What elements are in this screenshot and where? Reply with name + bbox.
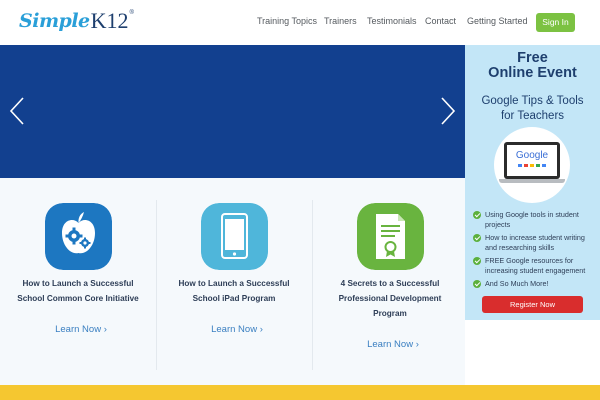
- app-dot-icon: [524, 164, 528, 167]
- card-title-line: Program: [373, 309, 407, 318]
- laptop-display: Google: [507, 145, 557, 176]
- event-bullet-text: How to increase student writing and rese…: [485, 233, 585, 253]
- chevron-right-icon: ›: [103, 324, 107, 335]
- event-title-line: Online Event: [488, 65, 577, 81]
- nav-testimonials[interactable]: Testimonials: [367, 16, 417, 26]
- nav-contact[interactable]: Contact: [425, 16, 456, 26]
- app-dot-icon: [536, 164, 540, 167]
- learn-now-link[interactable]: Learn Now ›: [159, 324, 315, 335]
- laptop-screen: Google: [504, 142, 560, 179]
- app-dot-icon: [530, 164, 534, 167]
- card-title-line: School iPad Program: [192, 294, 276, 303]
- event-bullet: And So Much More!: [473, 279, 598, 289]
- google-logo-text: Google: [515, 150, 549, 161]
- card-title-line: School Common Core Initiative: [17, 294, 139, 303]
- event-bullet: Using Google tools in student projects: [473, 210, 598, 230]
- learn-now-label: Learn Now: [367, 339, 414, 350]
- register-now-button[interactable]: Register Now: [482, 296, 583, 313]
- bullet-line: FREE Google resources for: [485, 256, 574, 265]
- nav-getting-started[interactable]: Getting Started: [467, 16, 528, 26]
- event-bullet-text: Using Google tools in student projects: [485, 210, 579, 230]
- learn-now-link[interactable]: Learn Now ›: [3, 324, 159, 335]
- simplek12-logo[interactable]: Simple K12 ®: [19, 8, 134, 36]
- chevron-right-icon: ›: [259, 324, 263, 335]
- bullet-line: increasing student engagement: [485, 266, 586, 275]
- card-title-line: 4 Secrets to a Successful: [340, 279, 440, 288]
- learn-now-link[interactable]: Learn Now ›: [315, 339, 471, 350]
- card-title-line: How to Launch a Successful: [178, 279, 290, 288]
- logo-text-simple: Simple: [19, 10, 90, 32]
- event-bullet-text: FREE Google resources for increasing stu…: [485, 256, 585, 276]
- site-header: Simple K12 ® Training Topics Trainers Te…: [0, 0, 600, 45]
- event-bullet: FREE Google resources for increasing stu…: [473, 256, 598, 276]
- event-subtitle-line: Google Tips & Tools: [481, 95, 584, 107]
- chevron-right-icon[interactable]: [439, 96, 457, 126]
- check-icon: [473, 257, 481, 265]
- event-title-line: Free: [517, 50, 548, 66]
- app-dot-icon: [542, 164, 546, 167]
- logo-registered-mark: ®: [129, 10, 134, 16]
- bullet-line: and researching skills: [485, 243, 555, 252]
- learn-now-label: Learn Now: [211, 324, 258, 335]
- certificate-icon[interactable]: [357, 203, 424, 270]
- tablet-icon[interactable]: [201, 203, 268, 270]
- online-event-sidebar: Free Online Event Google Tips & Tools fo…: [465, 45, 600, 320]
- event-subtitle-line: for Teachers: [500, 110, 565, 122]
- laptop-illustration: Google: [494, 127, 570, 203]
- bullet-line: Using Google tools in student: [485, 210, 579, 219]
- card-title: 4 Secrets to a Successful Professional D…: [312, 276, 468, 321]
- page: Simple K12 ® Training Topics Trainers Te…: [0, 0, 600, 400]
- chevron-right-icon: ›: [415, 339, 419, 350]
- app-dot-icon: [518, 164, 522, 167]
- check-icon: [473, 211, 481, 219]
- sign-in-button[interactable]: Sign In: [536, 13, 575, 32]
- logo-text-k12: K12: [90, 8, 129, 33]
- hero-slider: [0, 45, 465, 178]
- bottom-banner-strip: [0, 385, 600, 400]
- laptop-base: [499, 179, 565, 183]
- card-title-line: Professional Development: [338, 294, 442, 303]
- bullet-line: projects: [485, 220, 511, 229]
- nav-trainers[interactable]: Trainers: [324, 16, 357, 26]
- check-icon: [473, 234, 481, 242]
- google-apps-row: [507, 164, 557, 167]
- card-title-line: How to Launch a Successful: [22, 279, 134, 288]
- nav-training-topics[interactable]: Training Topics: [257, 16, 317, 26]
- apple-gears-icon[interactable]: [45, 203, 112, 270]
- card-title: How to Launch a Successful School Common…: [0, 276, 156, 306]
- chevron-left-icon[interactable]: [8, 96, 26, 126]
- bullet-line: How to increase student writing: [485, 233, 585, 242]
- event-bullet-text: And So Much More!: [485, 279, 549, 289]
- check-icon: [473, 280, 481, 288]
- learn-now-label: Learn Now: [55, 324, 102, 335]
- bullet-line: And So Much More!: [485, 279, 549, 288]
- card-title: How to Launch a Successful School iPad P…: [156, 276, 312, 306]
- event-bullet: How to increase student writing and rese…: [473, 233, 598, 253]
